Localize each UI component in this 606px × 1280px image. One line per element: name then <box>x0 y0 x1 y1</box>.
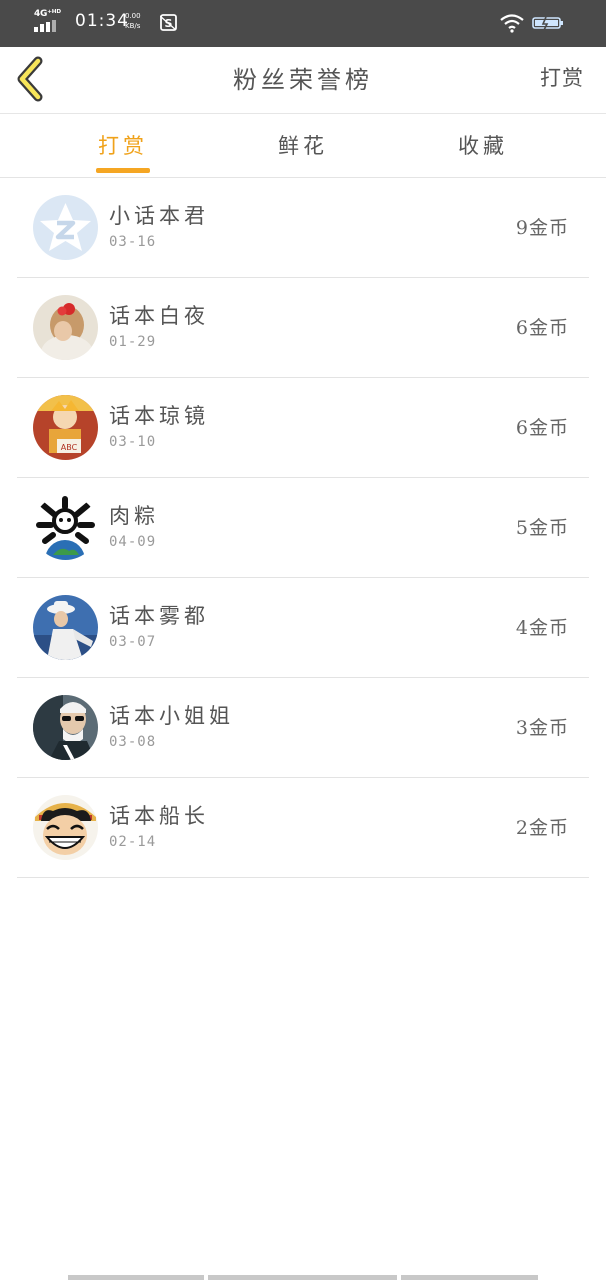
fan-coins: 5金币 <box>515 517 569 539</box>
fan-coins: 6金币 <box>515 417 569 439</box>
wifi-icon <box>500 14 524 33</box>
speed-unit: KB/s <box>125 22 141 30</box>
fan-name: 话本白夜 <box>109 304 209 328</box>
list-item[interactable]: ABC 话本琼镜 03-10 6金币 <box>17 378 589 478</box>
fan-coins: 9金币 <box>515 217 569 239</box>
list-item[interactable]: 话本白夜 01-29 6金币 <box>17 278 589 378</box>
fan-name: 小话本君 <box>109 204 209 228</box>
speed-value: 0.00 <box>125 12 141 20</box>
tab-flowers[interactable]: 鲜花 <box>243 114 363 177</box>
network-speed: 0.00 KB/s <box>125 11 141 31</box>
fan-name: 话本琼镜 <box>109 404 209 428</box>
fan-date: 01-29 <box>109 334 157 350</box>
active-tab-indicator <box>96 168 150 173</box>
luffy-smile-avatar-icon <box>33 795 98 860</box>
fan-date: 03-10 <box>109 434 157 450</box>
fan-coins: 6金币 <box>515 317 569 339</box>
tab-favorites-label: 收藏 <box>458 134 508 158</box>
list-item[interactable]: 小话本君 03-16 9金币 <box>17 178 589 278</box>
fan-date: 03-16 <box>109 234 157 250</box>
network-type: 4G⁺ᴴᴰ <box>34 9 61 19</box>
battery-icon <box>532 16 563 31</box>
home-indicator-right <box>401 1275 538 1280</box>
tab-reward-label: 打赏 <box>98 134 148 158</box>
fan-date: 04-09 <box>109 534 157 550</box>
fan-name: 话本雾都 <box>109 604 209 628</box>
status-time: 01:34 <box>75 11 129 31</box>
list-item[interactable]: 话本船长 02-14 2金币 <box>17 778 589 878</box>
svg-text:ABC: ABC <box>61 443 78 452</box>
girl-red-bow-avatar-icon <box>33 295 98 360</box>
page-title: 粉丝荣誉榜 <box>233 66 373 94</box>
fan-coins: 2金币 <box>515 817 569 839</box>
fan-date: 03-07 <box>109 634 157 650</box>
list-item[interactable]: 肉粽 04-09 5金币 <box>17 478 589 578</box>
fan-date: 02-14 <box>109 834 157 850</box>
sunglasses-man-avatar-icon <box>33 695 98 760</box>
reward-button[interactable]: 打赏 <box>540 62 584 92</box>
app-notification-icon: S <box>160 14 177 31</box>
nav-bar: 粉丝荣誉榜 打赏 <box>0 47 606 114</box>
fan-coins: 4金币 <box>515 617 569 639</box>
list-item[interactable]: 话本雾都 03-07 4金币 <box>17 578 589 678</box>
home-indicator-center <box>208 1275 397 1280</box>
list-item[interactable]: 话本小姐姐 03-08 3金币 <box>17 678 589 778</box>
fan-date: 03-08 <box>109 734 157 750</box>
earth-skull-avatar-icon <box>33 495 98 560</box>
tab-favorites[interactable]: 收藏 <box>423 114 543 177</box>
tab-bar: 打赏 鲜花 收藏 <box>0 114 606 178</box>
tab-flowers-label: 鲜花 <box>278 134 328 158</box>
white-hat-figure-avatar-icon <box>33 595 98 660</box>
status-bar: 4G⁺ᴴᴰ 01:34 0.00 KB/s S <box>0 0 606 47</box>
home-indicator-left <box>68 1275 204 1280</box>
fan-coins: 3金币 <box>515 717 569 739</box>
fan-name: 肉粽 <box>109 504 159 528</box>
qq-default-avatar-icon <box>33 195 98 260</box>
fan-name: 话本小姐姐 <box>109 704 234 728</box>
anime-character-avatar-icon: ABC <box>33 395 98 460</box>
signal-icon <box>34 20 60 32</box>
fan-name: 话本船长 <box>109 804 209 828</box>
